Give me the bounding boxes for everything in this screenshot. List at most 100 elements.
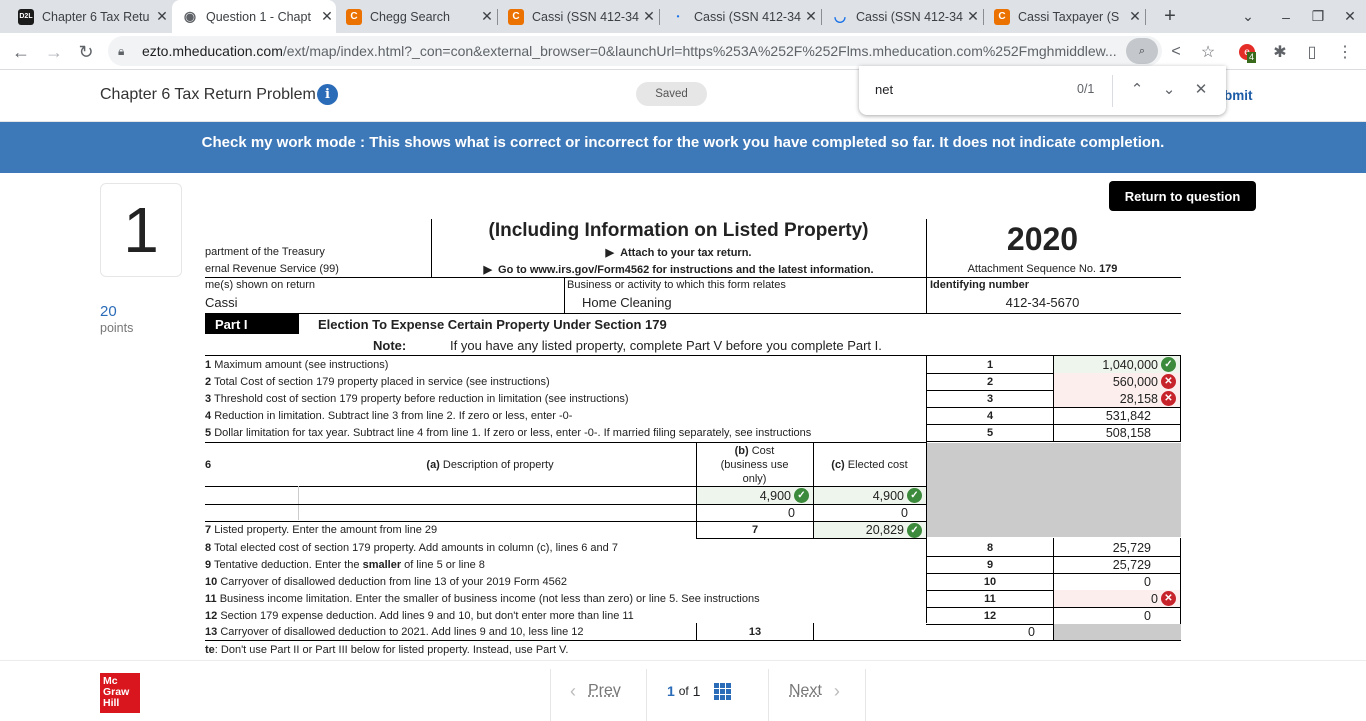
attachment-sequence: Attachment Sequence No. 179 xyxy=(967,263,1118,275)
line-6-row-1-elected-input[interactable]: 4,900 ✓ xyxy=(814,487,926,504)
menu-kebab-icon[interactable]: ⋮ xyxy=(1334,41,1356,63)
info-icon[interactable]: i xyxy=(317,84,338,105)
reload-icon[interactable]: ↻ xyxy=(73,39,99,65)
line-5-input[interactable]: 508,158 xyxy=(1054,424,1180,441)
note-text: If you have any listed property, complet… xyxy=(450,338,882,353)
line-box-number: 5 xyxy=(986,426,994,439)
line-12-input[interactable]: 0 xyxy=(1054,607,1180,624)
arrow-right-icon: ▶ xyxy=(605,247,621,259)
chegg-icon: C xyxy=(508,8,524,25)
url-text[interactable]: ezto.mheducation.com/ext/map/index.html?… xyxy=(142,43,1122,59)
browser-tab[interactable]: C Chegg Search ✕ xyxy=(336,0,496,33)
question-number: 1 xyxy=(100,183,182,277)
browser-tab[interactable]: C Cassi (SSN 412-34 ✕ xyxy=(498,0,658,33)
tab-title: Cassi (SSN 412-34 xyxy=(532,9,639,24)
find-previous-icon[interactable]: ⌃ xyxy=(1126,78,1148,100)
close-tab-icon[interactable]: ✕ xyxy=(153,8,171,25)
globe-icon: ◉ xyxy=(183,8,197,24)
prev-button[interactable]: ‹ Prev xyxy=(570,661,621,721)
browser-tab[interactable]: • Cassi (SSN 412-34 ✕ xyxy=(660,0,820,33)
line-label: 8 Total elected cost of section 179 prop… xyxy=(205,542,618,554)
browser-tab-active[interactable]: ◉ Question 1 - Chapt ✕ xyxy=(172,0,336,33)
side-panel-icon[interactable]: ▯ xyxy=(1301,41,1323,63)
line-4-input[interactable]: 531,842 xyxy=(1054,407,1180,424)
close-tab-icon[interactable]: ✕ xyxy=(318,8,336,25)
page-grid-icon[interactable] xyxy=(714,682,732,700)
find-match-count: 0/1 xyxy=(1077,82,1095,96)
chegg-icon: C xyxy=(346,8,362,25)
tab-title: Chegg Search xyxy=(370,9,450,24)
back-arrow-icon[interactable]: ← xyxy=(8,39,34,65)
question-points: 20 xyxy=(100,303,117,320)
line-8-input[interactable]: 25,729 xyxy=(1054,539,1180,556)
close-tab-icon[interactable]: ✕ xyxy=(964,8,982,25)
bookmark-star-icon[interactable]: ☆ xyxy=(1197,41,1219,63)
close-tab-icon[interactable]: ✕ xyxy=(478,8,496,25)
footer: Mc Graw Hill ‹ Prev 1 of 1 Next › xyxy=(0,660,1366,721)
browser-toolbar: ← → ↻ 🔒︎ ezto.mheducation.com/ext/map/in… xyxy=(0,33,1366,70)
line-box-number: 4 xyxy=(986,409,994,422)
correct-check-icon: ✓ xyxy=(907,488,922,503)
line-13-input[interactable]: 0 xyxy=(814,623,1053,640)
line-box-number: 11 xyxy=(984,592,996,605)
page-indicator[interactable]: 1 of 1 xyxy=(667,661,732,721)
tab-title: Cassi (SSN 412-34 xyxy=(694,9,801,24)
browser-tab[interactable]: D2L Chapter 6 Tax Retu ✕ xyxy=(8,0,171,33)
line-6-row-2-elected-input[interactable]: 0 xyxy=(814,505,926,521)
part-title: Election To Expense Certain Property Und… xyxy=(318,317,667,332)
d2l-icon: D2L xyxy=(18,8,34,25)
tab-search-chevron-icon[interactable]: ⌄ xyxy=(1230,0,1266,33)
browser-tab[interactable]: ◡ Cassi (SSN 412-34 ✕ xyxy=(822,0,982,33)
line-11-input[interactable]: 0 ✕ xyxy=(1054,590,1180,607)
line-2-input[interactable]: 560,000 ✕ xyxy=(1054,373,1180,390)
line-10-input[interactable]: 0 xyxy=(1054,573,1180,590)
new-tab-button[interactable]: + xyxy=(1152,0,1188,33)
find-input[interactable]: net xyxy=(875,82,893,97)
line-1-input[interactable]: 1,040,000 ✓ xyxy=(1054,356,1180,373)
close-tab-icon[interactable]: ✕ xyxy=(802,8,820,25)
close-window-button[interactable]: ✕ xyxy=(1332,0,1366,33)
tab-title: Cassi (SSN 412-34 xyxy=(856,9,963,24)
line-7-box-number: 7 xyxy=(751,524,759,536)
extensions-puzzle-icon[interactable]: ✱ xyxy=(1269,41,1291,63)
line-3-input[interactable]: 28,158 ✕ xyxy=(1054,390,1180,407)
line-label: 5 Dollar limitation for tax year. Subtra… xyxy=(205,427,812,439)
tab-title: Cassi Taxpayer (S xyxy=(1018,9,1120,24)
close-tab-icon[interactable]: ✕ xyxy=(1126,8,1144,25)
extension-badge: 4 xyxy=(1247,52,1257,63)
chevron-right-icon: › xyxy=(833,680,840,701)
footnote: te: Don't use Part II or Part III below … xyxy=(205,644,569,656)
submit-button[interactable]: bmit xyxy=(1224,88,1253,103)
find-bar: net 0/1 ⌃ ⌄ ✕ xyxy=(859,66,1226,115)
line-6-row-2-cost-input[interactable]: 0 xyxy=(697,505,813,521)
extension-icon[interactable]: e 4 xyxy=(1236,41,1258,63)
line-label: 10 Carryover of disallowed deduction fro… xyxy=(205,576,567,588)
return-to-question-button[interactable]: Return to question xyxy=(1109,181,1256,211)
find-next-icon[interactable]: ⌄ xyxy=(1158,78,1180,100)
address-bar[interactable]: 🔒︎ ezto.mheducation.com/ext/map/index.ht… xyxy=(108,36,1162,66)
irs-label: ernal Revenue Service (99) xyxy=(205,263,339,275)
dept-treasury-label: partment of the Treasury xyxy=(205,246,325,258)
line-7-input[interactable]: 20,829 ✓ xyxy=(814,522,926,538)
find-close-icon[interactable]: ✕ xyxy=(1190,78,1212,100)
close-tab-icon[interactable]: ✕ xyxy=(640,8,658,25)
find-in-page-icon[interactable]: ⌕ xyxy=(1126,38,1158,64)
tab-title: Chapter 6 Tax Retu xyxy=(42,9,150,24)
line-6-row-1-cost-input[interactable]: 4,900 ✓ xyxy=(697,487,813,504)
incorrect-x-icon: ✕ xyxy=(1161,591,1176,606)
line-label: 4 Reduction in limitation. Subtract line… xyxy=(205,410,573,422)
forward-arrow-icon[interactable]: → xyxy=(41,39,67,65)
browser-tab[interactable]: C Cassi Taxpayer (S ✕ xyxy=(984,0,1144,33)
next-button[interactable]: Next › xyxy=(789,661,840,721)
loading-spinner-icon: ◡ xyxy=(833,8,847,24)
identifying-number-label: Identifying number xyxy=(930,279,1029,291)
form-4562: (Including Information on Listed Propert… xyxy=(205,219,1181,656)
line-box-number: 12 xyxy=(983,609,997,622)
line-9-input[interactable]: 25,729 xyxy=(1054,556,1180,573)
minimize-button[interactable]: – xyxy=(1268,0,1304,33)
tab-title: Question 1 - Chapt xyxy=(206,9,311,24)
saved-status-badge: Saved xyxy=(636,82,707,106)
col-c-header: (c) Elected cost xyxy=(831,459,908,471)
restore-button[interactable]: ❐ xyxy=(1300,0,1336,33)
share-icon[interactable]: < xyxy=(1165,41,1187,63)
